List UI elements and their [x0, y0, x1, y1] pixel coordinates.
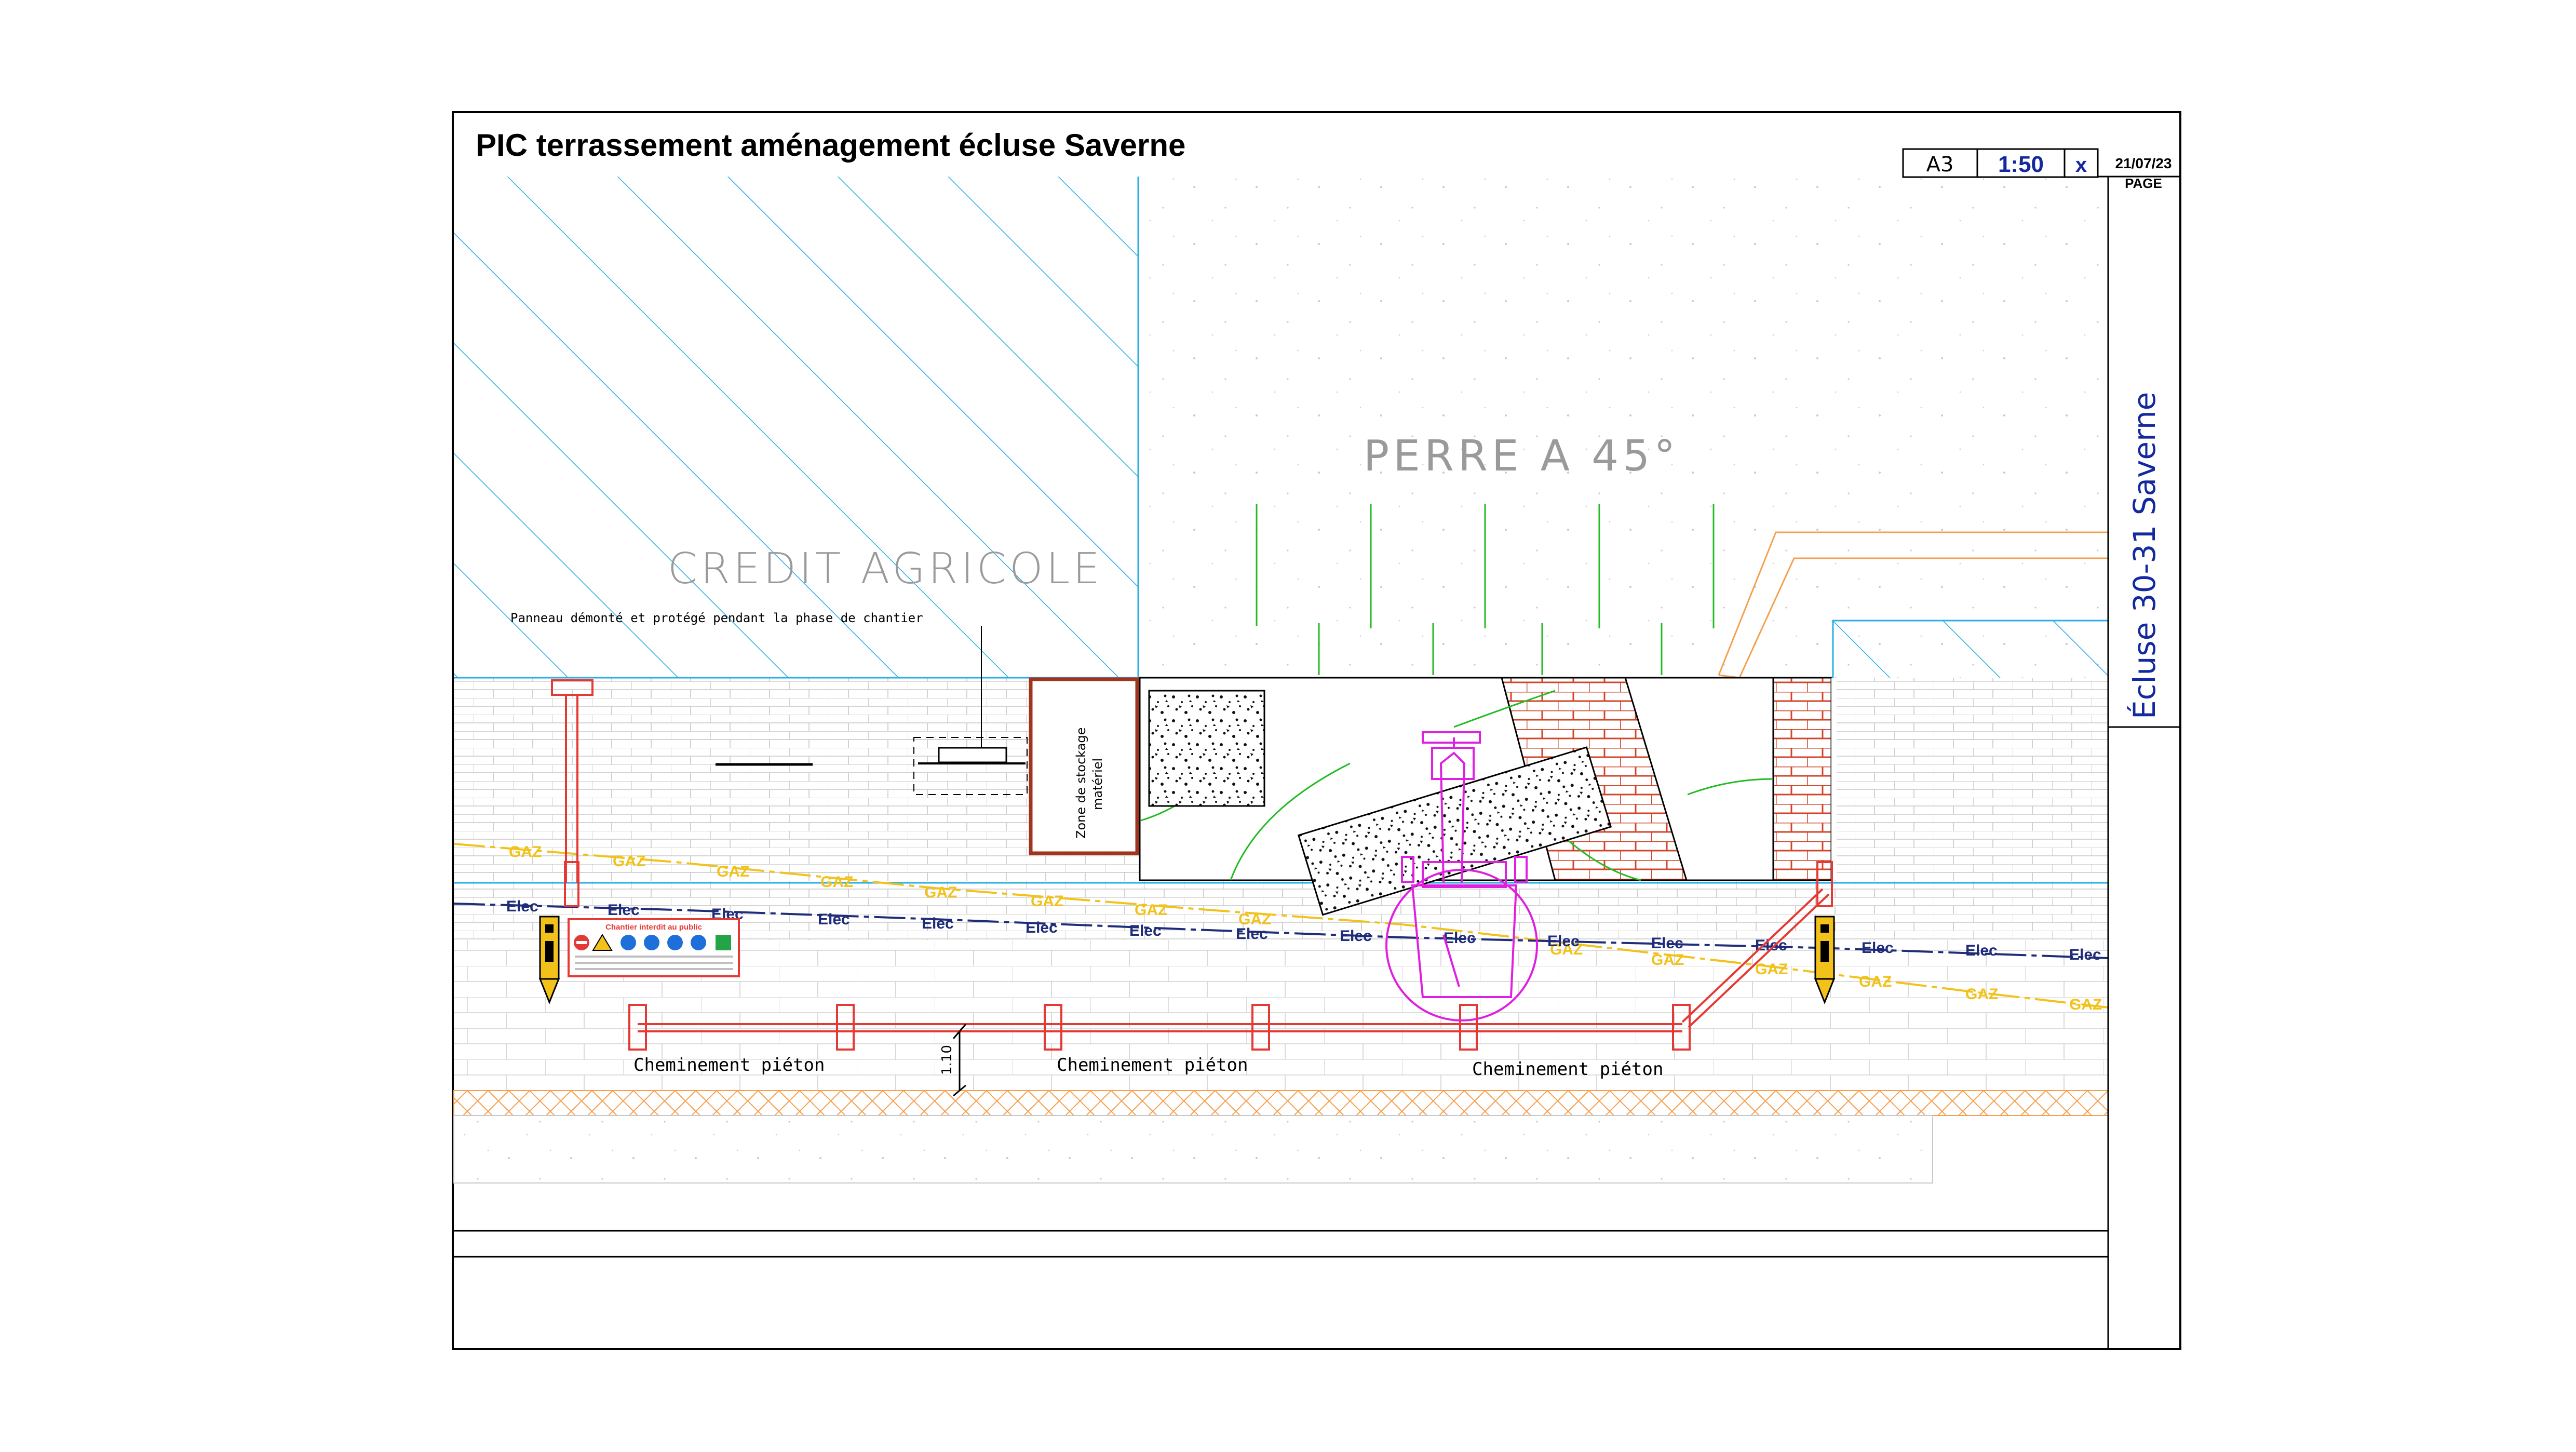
- elec-label: Elec: [1651, 935, 1683, 952]
- paper-format: A3: [1926, 153, 1954, 177]
- pedestrian-path-label-2: Cheminement piéton: [1057, 1055, 1248, 1075]
- elec-label: Elec: [922, 915, 954, 932]
- gas-label: GAZ: [1031, 893, 1063, 910]
- elec-label: Elec: [506, 898, 538, 915]
- project-vertical-title: Écluse 30-31 Saverne: [2126, 392, 2162, 719]
- gas-label: GAZ: [1651, 951, 1684, 969]
- excavation-zone: [1139, 677, 1837, 916]
- perre-label: PERRE A 45°: [1364, 432, 1680, 481]
- elec-label: Elec: [608, 902, 640, 919]
- gloves-icon: [667, 935, 683, 950]
- scale-suffix: x: [2075, 154, 2087, 177]
- storage-zone-label-2: matériel: [1090, 758, 1105, 810]
- helmet-icon: [621, 935, 636, 950]
- elec-label: Elec: [2069, 946, 2101, 963]
- page-label: PAGE: [2125, 176, 2162, 191]
- credit-agricole-label: CREDIT AGRICOLE: [668, 544, 1103, 594]
- first-aid-icon: [716, 935, 731, 950]
- boots-icon: [644, 935, 659, 950]
- elec-label: Elec: [1129, 922, 1162, 939]
- gas-label: GAZ: [2069, 996, 2102, 1013]
- safety-sign: Chantier interdit au public: [568, 918, 740, 977]
- gas-label: GAZ: [924, 884, 957, 901]
- curb-strip: [453, 1090, 2109, 1116]
- panel-note: Panneau démonté et protégé pendant la ph…: [510, 611, 923, 625]
- gas-label: GAZ: [509, 843, 542, 861]
- storage-zone-label: Zone de stockage: [1074, 728, 1088, 839]
- elec-label: Elec: [1444, 930, 1476, 947]
- pedestrian-path-label-3: Cheminement piéton: [1472, 1059, 1663, 1080]
- drawing-date: 21/07/23: [2115, 155, 2172, 171]
- credit-agricole-parcel: [454, 177, 1139, 680]
- gas-label: GAZ: [717, 863, 749, 880]
- safety-sign-title: Chantier interdit au public: [605, 923, 702, 932]
- drawing-title: PIC terrassement aménagement écluse Save…: [476, 128, 1185, 163]
- perre-area: [1140, 177, 2116, 680]
- dimension-width: 1.10: [939, 1045, 955, 1075]
- gas-label: GAZ: [613, 853, 645, 870]
- elec-label: Elec: [1965, 942, 1998, 959]
- gas-label: GAZ: [820, 873, 853, 891]
- gas-label: GAZ: [1859, 973, 1892, 990]
- pedestrian-path-label-1: Cheminement piéton: [633, 1055, 825, 1075]
- site-plan-drawing: PIC terrassement aménagement écluse Save…: [452, 111, 2181, 1350]
- elec-label: Elec: [1862, 939, 1894, 957]
- vest-icon: [691, 935, 706, 950]
- elec-label: Elec: [1547, 933, 1580, 950]
- drawing-scale: 1:50: [1998, 152, 2044, 177]
- gas-label: GAZ: [1965, 986, 1998, 1003]
- elec-label: Elec: [1026, 919, 1058, 936]
- elec-label: Elec: [1340, 927, 1372, 945]
- gas-label: GAZ: [1755, 961, 1788, 978]
- elec-label: Elec: [818, 911, 850, 928]
- elec-label: Elec: [1236, 925, 1268, 943]
- gas-label: GAZ: [1135, 902, 1167, 919]
